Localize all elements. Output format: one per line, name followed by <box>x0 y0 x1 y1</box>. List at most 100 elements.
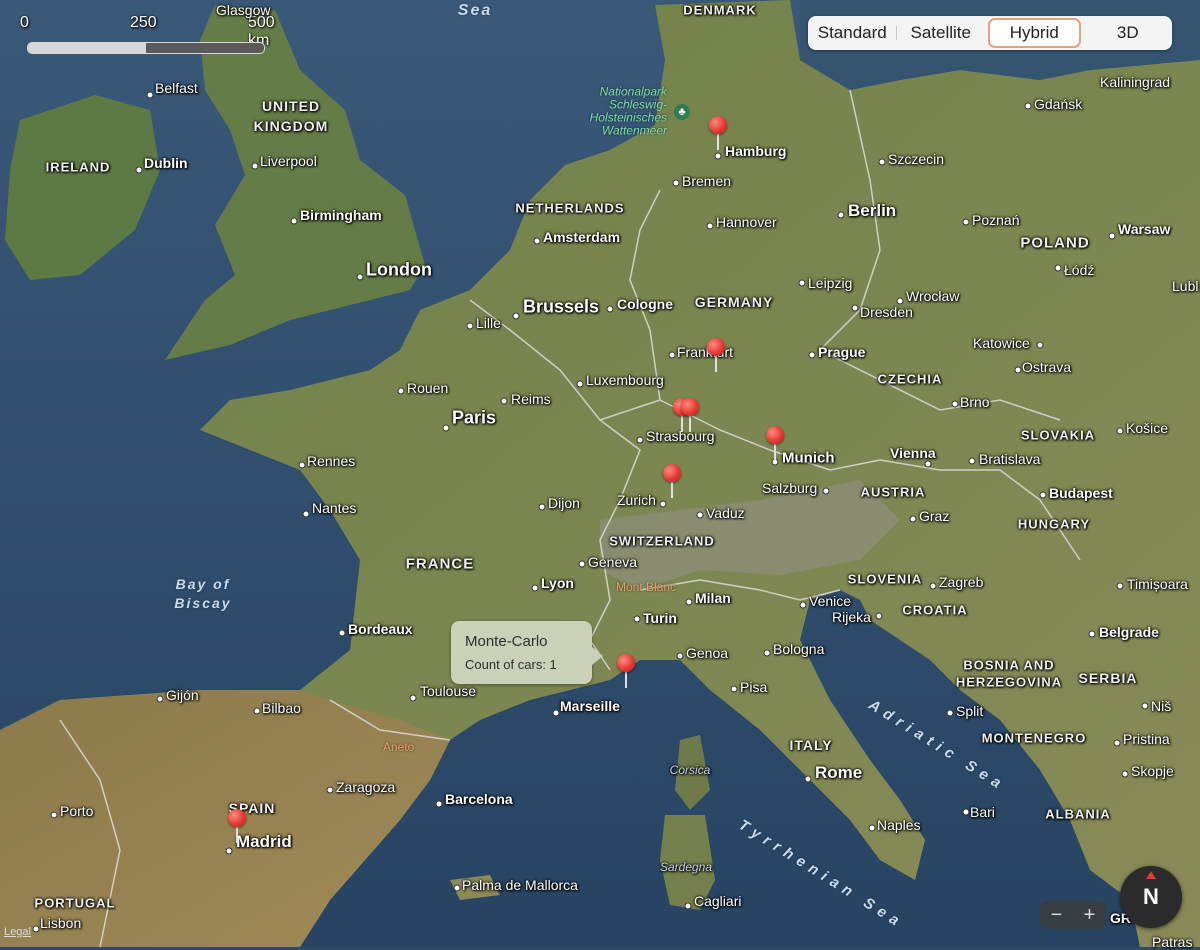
label-denmark: DENMARK <box>683 2 757 18</box>
zoom-out-button[interactable]: − <box>1040 901 1073 929</box>
city-dot <box>909 515 917 523</box>
city-dot <box>156 695 164 703</box>
label-gijon: Gijón <box>166 687 199 703</box>
label-wroclaw: Wrocław <box>906 288 960 304</box>
scale-bar-graphic <box>27 42 265 54</box>
map-type-standard[interactable]: Standard <box>808 18 897 48</box>
label-croatia: CROATIA <box>902 602 968 618</box>
city-dot <box>924 460 932 468</box>
label-hungary: HUNGARY <box>1017 516 1091 532</box>
label-kosice: Košice <box>1126 420 1169 436</box>
legal-link[interactable]: Legal <box>4 926 31 938</box>
label-milan: Milan <box>695 590 731 606</box>
city-dot <box>1088 630 1096 638</box>
city-dot <box>951 400 959 408</box>
label-rijeka: Rijeka <box>832 609 871 625</box>
city-dot <box>1113 739 1121 747</box>
label-uk-2: KINGDOM <box>253 118 329 134</box>
label-warsaw: Warsaw <box>1118 221 1171 237</box>
label-cagliari: Cagliari <box>694 893 742 909</box>
city-dot <box>466 322 474 330</box>
city-dot <box>578 560 586 568</box>
city-dot <box>1116 427 1124 435</box>
city-dot <box>706 222 714 230</box>
label-rome: Rome <box>815 763 863 782</box>
label-toulouse: Toulouse <box>420 683 477 699</box>
map-pin-zurich[interactable] <box>663 464 681 500</box>
map-pin-monte-carlo[interactable] <box>617 654 635 690</box>
city-dot <box>135 166 143 174</box>
label-marseille: Marseille <box>560 698 620 714</box>
label-patras: Patras <box>1152 934 1193 950</box>
city-dot <box>676 652 684 660</box>
map-type-3d[interactable]: 3D <box>1084 18 1173 48</box>
city-dot <box>696 511 704 519</box>
map-pin-madrid[interactable] <box>228 809 246 845</box>
scale-tick-0: 0 <box>20 14 29 31</box>
label-split: Split <box>956 703 984 719</box>
label-salzburg: Salzburg <box>762 480 818 496</box>
compass-button[interactable]: N <box>1120 866 1182 928</box>
label-rouen: Rouen <box>407 380 449 396</box>
city-dot <box>1116 582 1124 590</box>
map-type-hybrid[interactable]: Hybrid <box>988 18 1081 48</box>
label-glasgow: Glasgow <box>216 2 271 18</box>
label-ireland: IRELAND <box>45 159 111 175</box>
city-dot <box>538 503 546 511</box>
label-austria: AUSTRIA <box>860 484 926 500</box>
label-pisa: Pisa <box>740 679 768 695</box>
city-dot <box>636 436 644 444</box>
city-dot <box>1024 102 1032 110</box>
label-aneto: Aneto <box>383 740 415 754</box>
label-vienna: Vienna <box>890 445 936 461</box>
label-dublin: Dublin <box>144 155 188 171</box>
city-dot <box>962 808 970 816</box>
city-dot <box>251 162 259 170</box>
label-biscay: Biscay <box>174 595 232 611</box>
map-pin-munich[interactable] <box>766 426 784 462</box>
label-hamburg: Hamburg <box>725 143 787 159</box>
label-cologne: Cologne <box>617 296 673 312</box>
zoom-in-button[interactable]: + <box>1073 901 1106 929</box>
city-dot <box>253 707 261 715</box>
label-rennes: Rennes <box>307 453 356 469</box>
city-dot <box>1054 264 1062 272</box>
label-lille: Lille <box>476 315 501 331</box>
city-dot <box>397 387 405 395</box>
label-bologna: Bologna <box>773 641 825 657</box>
label-geneva: Geneva <box>588 554 638 570</box>
label-london: London <box>366 259 432 280</box>
label-kaliningrad: Kaliningrad <box>1100 74 1171 90</box>
label-portugal: PORTUGAL <box>34 895 116 911</box>
city-dot <box>500 397 508 405</box>
pin-tooltip: Monte-Carlo Count of cars: 1 <box>451 621 603 684</box>
city-dot <box>962 218 970 226</box>
park-tree-icon: ♣ <box>674 104 690 120</box>
label-poland: POLAND <box>1020 234 1090 252</box>
satellite-map[interactable] <box>0 0 1200 947</box>
map-type-satellite[interactable]: Satellite <box>897 18 986 48</box>
label-belfast: Belfast <box>155 80 198 96</box>
label-sea-top: Sea <box>457 2 493 19</box>
label-bilbao: Bilbao <box>262 700 301 716</box>
city-dot <box>533 237 541 245</box>
label-czechia: CZECHIA <box>877 371 943 387</box>
city-dot <box>453 884 461 892</box>
city-dot <box>32 925 40 933</box>
city-dot <box>799 601 807 609</box>
city-dot <box>338 629 346 637</box>
label-park-4: Wattenmeer <box>601 123 667 138</box>
city-dot <box>1036 341 1044 349</box>
city-dot <box>552 709 560 717</box>
map-pin-hamburg[interactable] <box>709 116 727 152</box>
label-graz: Graz <box>919 508 950 524</box>
city-dot <box>851 304 859 312</box>
label-slovakia: SLOVAKIA <box>1020 427 1096 443</box>
label-nis: Niš <box>1151 698 1172 714</box>
map-pin-strasbourg-2[interactable] <box>681 398 699 434</box>
tooltip-title: Monte-Carlo <box>465 633 548 650</box>
map-pin-frankfurt[interactable] <box>707 338 725 374</box>
label-slovenia: SLOVENIA <box>847 571 923 587</box>
compass-label: N <box>1143 884 1159 909</box>
label-turin: Turin <box>643 610 677 626</box>
